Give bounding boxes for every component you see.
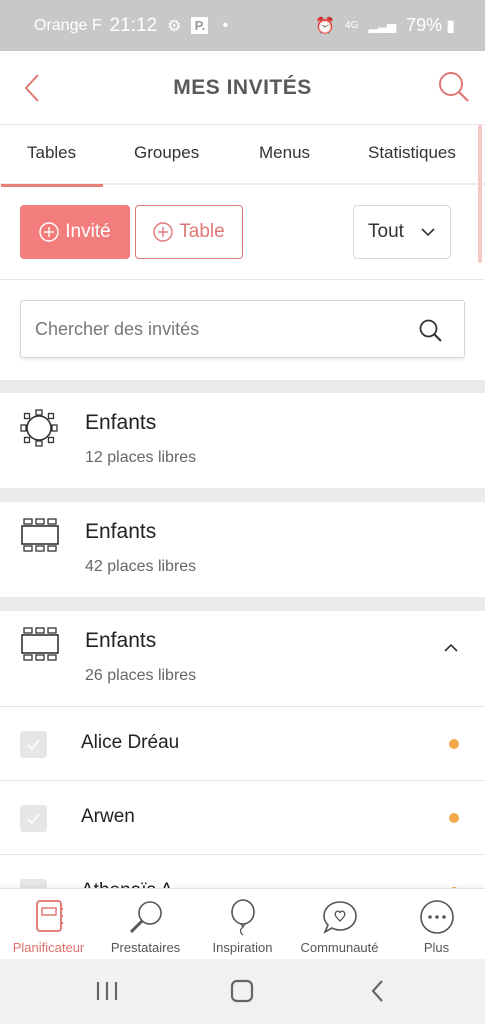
guest-name: Alice Dréau (81, 732, 180, 753)
status-time: 21:12 (109, 14, 158, 36)
guest-search-input[interactable] (35, 318, 395, 340)
search-icon (439, 72, 469, 102)
header-search-button[interactable] (437, 69, 471, 105)
recent-apps-icon[interactable] (94, 976, 120, 1006)
add-invite-button[interactable]: Invité (20, 205, 130, 259)
nav-label: Prestataires (110, 940, 181, 955)
bottom-navigation: Planificateur Prestataires Inspiration C… (0, 888, 485, 959)
carrier-name: Orange F (34, 16, 102, 34)
divider (0, 279, 485, 280)
scroll-indicator (478, 125, 482, 263)
dot-icon: • (222, 16, 229, 34)
tab-statistiques[interactable]: Statistiques (368, 125, 456, 185)
search-icon (419, 319, 442, 342)
add-table-label: Table (179, 221, 225, 242)
nav-label: Plus (423, 940, 450, 955)
check-icon (27, 813, 40, 825)
magnifier-icon (129, 901, 162, 934)
add-invite-label: Invité (65, 221, 111, 242)
alarm-icon: ⏰ (315, 17, 336, 35)
more-dots-icon (419, 900, 454, 934)
guest-checkbox[interactable] (20, 879, 47, 888)
home-icon[interactable] (228, 976, 256, 1006)
nav-inspiration[interactable]: Inspiration (194, 889, 291, 960)
nav-prestataires[interactable]: Prestataires (97, 889, 194, 960)
table-card[interactable]: Enfants 42 places libres (0, 502, 485, 597)
filter-value: Tout (368, 221, 404, 242)
chat-heart-icon (322, 901, 357, 934)
nav-planificateur[interactable]: Planificateur (0, 889, 97, 960)
back-arrow-icon (24, 74, 39, 102)
notebook-icon (35, 900, 63, 932)
table-free-seats: 42 places libres (85, 558, 197, 575)
table-name: Enfants (85, 411, 157, 434)
guest-row[interactable]: Athenaïs A (0, 854, 485, 888)
chevron-up-icon[interactable] (443, 643, 459, 653)
table-name: Enfants (85, 520, 157, 543)
app-header: MES INVITÉS (0, 51, 485, 125)
plus-circle-icon (39, 222, 59, 242)
guest-search-box[interactable] (20, 300, 465, 358)
guest-name: Athenaïs A (81, 880, 173, 888)
page-title: MES INVITÉS (173, 75, 312, 99)
battery-level: 79% (406, 15, 443, 35)
tables-list: Enfants 12 places libres Enfants 42 plac… (0, 380, 485, 888)
plus-circle-icon (153, 222, 173, 242)
balloon-icon (230, 899, 255, 936)
signal-icon: ▂▃▅ (368, 18, 397, 33)
guest-row[interactable]: Arwen (0, 780, 485, 854)
table-free-seats: 26 places libres (85, 667, 197, 684)
round-table-icon (20, 409, 58, 447)
status-dot (449, 739, 459, 749)
tab-menus[interactable]: Menus (259, 125, 310, 185)
guest-row[interactable]: Alice Dréau (0, 706, 485, 780)
tab-tables[interactable]: Tables (0, 125, 104, 187)
filter-dropdown[interactable]: Tout (353, 205, 451, 259)
table-card[interactable]: Enfants 12 places libres (0, 393, 485, 488)
system-navigation-bar (0, 959, 485, 1024)
rectangular-table-icon (21, 627, 59, 661)
table-card[interactable]: Enfants 26 places libres (0, 611, 485, 706)
parking-badge: P. (191, 17, 209, 34)
system-back-icon[interactable] (366, 976, 390, 1006)
nav-communaute[interactable]: Communauté (291, 889, 388, 960)
nav-plus[interactable]: Plus (388, 889, 485, 960)
nav-label: Planificateur (12, 940, 85, 955)
nav-label: Inspiration (212, 940, 273, 955)
table-name: Enfants (85, 629, 157, 652)
table-free-seats: 12 places libres (85, 449, 197, 466)
network-type: 4G (345, 20, 359, 31)
nav-label: Communauté (300, 940, 379, 955)
guest-name: Arwen (81, 806, 135, 827)
status-bar: Orange F 21:12 ⚙ P. • ⏰ 4G ▂▃▅ 79% ▮ (0, 0, 485, 51)
add-table-button[interactable]: Table (135, 205, 243, 259)
battery-icon: ▮ (446, 17, 455, 35)
rectangular-table-icon (21, 518, 59, 552)
check-icon (27, 739, 40, 751)
chevron-down-icon (421, 228, 435, 237)
status-dot (449, 813, 459, 823)
tab-groupes[interactable]: Groupes (134, 125, 199, 185)
tab-bar: Tables Groupes Menus Statistiques (0, 125, 485, 187)
guest-checkbox[interactable] (20, 805, 47, 832)
back-button[interactable] (18, 71, 48, 105)
guest-checkbox[interactable] (20, 731, 47, 758)
settings-icon: ⚙ (167, 17, 182, 35)
